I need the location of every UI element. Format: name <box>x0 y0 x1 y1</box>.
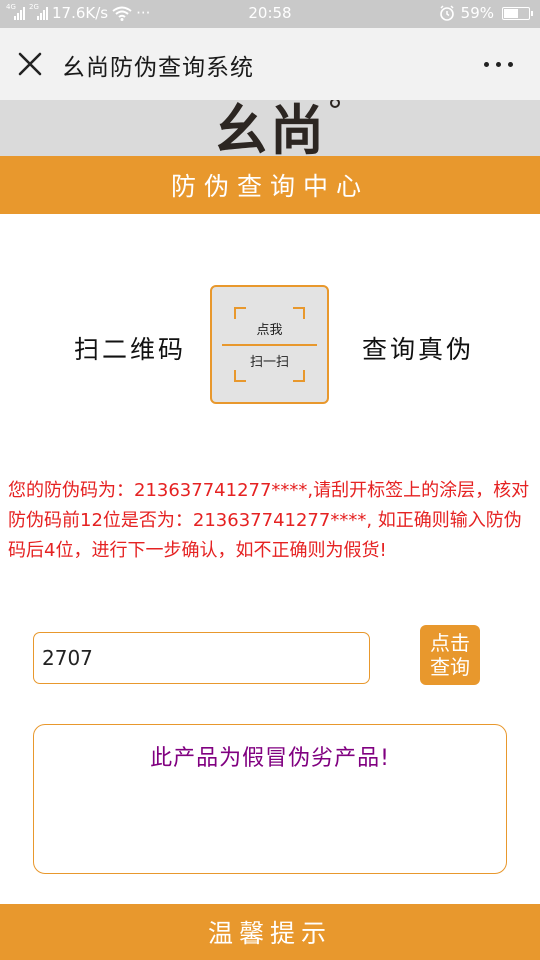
query-button-line2: 查询 <box>430 655 470 679</box>
alarm-icon <box>439 5 454 21</box>
more-options-icon[interactable] <box>478 54 518 74</box>
nav-bar: 幺尚防伪查询系统 <box>0 28 540 100</box>
scan-button-bottom-label: 扫一扫 <box>249 355 289 370</box>
logo-banner: 幺尚 <box>0 100 540 156</box>
brand-logo: 幺尚 <box>214 100 326 156</box>
battery-icon <box>502 6 533 20</box>
scan-qr-button[interactable]: 点我 扫一扫 <box>210 285 329 404</box>
result-box: 此产品为假冒伪劣产品! <box>33 724 507 874</box>
scan-frame-corner <box>234 370 246 382</box>
tips-banner: 温馨提示 <box>0 904 540 960</box>
scan-label-right: 查询真伪 <box>362 335 475 364</box>
status-right: 59% <box>439 4 533 22</box>
status-bar: 4G 2G 17.6K/s ··· 20:58 59% <box>0 0 540 28</box>
page-title: 幺尚防伪查询系统 <box>62 55 254 81</box>
scan-button-top-label: 点我 <box>256 323 283 338</box>
close-icon[interactable] <box>12 46 48 82</box>
scan-label-left: 扫二维码 <box>74 335 187 364</box>
result-message: 此产品为假冒伪劣产品! <box>150 746 390 771</box>
query-button-line1: 点击 <box>430 631 470 655</box>
battery-percent: 59% <box>460 4 494 22</box>
scan-frame-corner <box>293 370 305 382</box>
scan-frame-corner <box>234 307 246 319</box>
code-input[interactable] <box>33 632 370 684</box>
scan-line <box>222 344 317 346</box>
query-button[interactable]: 点击 查询 <box>420 625 480 685</box>
scan-frame-corner <box>293 307 305 319</box>
center-banner: 防伪查询中心 <box>0 156 540 214</box>
verification-notice: 您的防伪码为：213637741277****,请刮开标签上的涂层，核对防伪码前… <box>8 480 530 561</box>
